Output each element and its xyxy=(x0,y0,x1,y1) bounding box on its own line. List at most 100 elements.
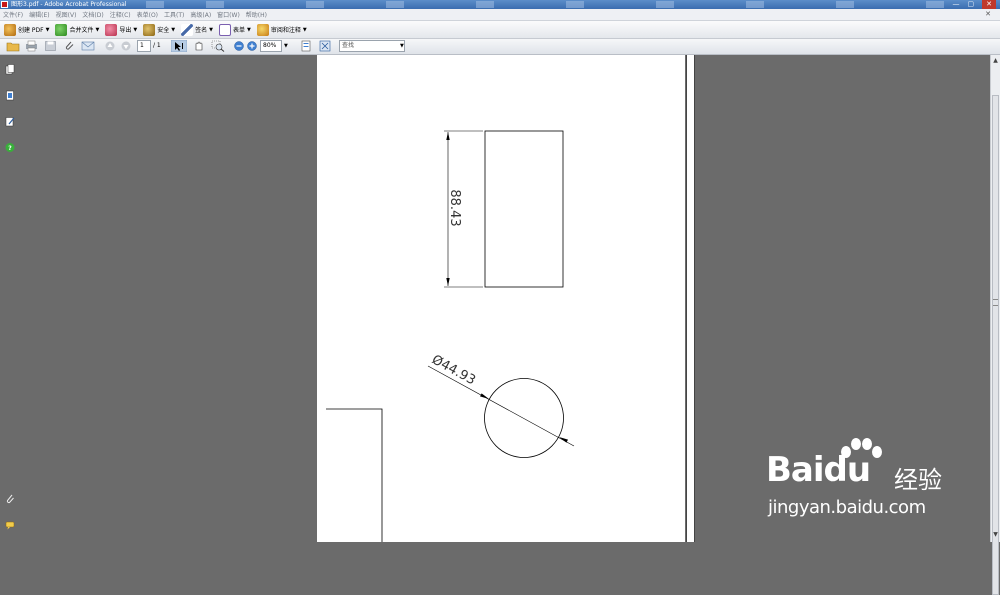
svg-text:?: ? xyxy=(8,145,12,152)
hand-tool-icon[interactable] xyxy=(192,40,206,52)
save-icon[interactable] xyxy=(44,40,57,52)
search-input[interactable]: 查找 xyxy=(339,40,405,52)
pages-icon[interactable] xyxy=(5,64,15,75)
diameter-arrow-inner xyxy=(480,393,489,399)
window-controls: — ▢ ✕ xyxy=(953,0,996,9)
menu-document[interactable]: 文档(D) xyxy=(82,10,103,19)
task-toolbar: 创建 PDF ▼ 合并文件 ▼ 导出 ▼ 安全 ▼ 签名 ▼ 表单 ▼ 审阅和注… xyxy=(0,21,1000,39)
drawing-circle xyxy=(484,378,564,458)
dropdown-arrow-icon: ▼ xyxy=(209,26,213,33)
menu-bar: 文件(F) 编辑(E) 视图(V) 文档(D) 注释(C) 表单(O) 工具(T… xyxy=(0,9,1000,21)
bookmarks-icon[interactable] xyxy=(5,90,15,101)
scroll-grip-icon xyxy=(993,299,998,306)
secure-label: 安全 xyxy=(157,27,170,34)
full-screen-icon[interactable] xyxy=(319,40,331,52)
zoom-in-icon[interactable] xyxy=(246,40,258,52)
page-separator xyxy=(686,55,695,542)
taskbar-thumbnails xyxy=(146,1,944,8)
partial-shape-outline xyxy=(326,408,383,542)
create-pdf-button[interactable]: 创建 PDF ▼ xyxy=(4,22,49,37)
dimension-arrow-top xyxy=(446,132,450,140)
dropdown-arrow-icon: ▼ xyxy=(45,26,50,33)
watermark-bai: Bai xyxy=(766,450,825,490)
signatures-icon[interactable] xyxy=(5,116,15,127)
scroll-up-arrow-icon[interactable]: ▲ xyxy=(991,57,1000,66)
export-button[interactable]: 导出 ▼ xyxy=(105,22,137,37)
minimize-button[interactable]: — xyxy=(953,0,960,9)
zoom-out-icon[interactable] xyxy=(233,40,245,52)
sign-button[interactable]: 签名 ▼ xyxy=(181,22,213,37)
menu-file[interactable]: 文件(F) xyxy=(3,10,23,19)
lock-icon xyxy=(143,23,156,36)
close-window-button[interactable]: ✕ xyxy=(982,0,996,9)
search-dropdown-arrow-icon[interactable]: ▼ xyxy=(400,40,407,52)
page-total: / 1 xyxy=(153,42,161,49)
attach-icon[interactable] xyxy=(63,40,76,52)
diameter-arrow-outer xyxy=(559,437,568,443)
window-title: 图形3.pdf - Adobe Acrobat Professional xyxy=(11,1,127,8)
dimension-arrow-bottom xyxy=(446,278,450,286)
email-icon[interactable] xyxy=(81,40,95,52)
form-icon xyxy=(218,23,231,36)
zoom-dropdown-arrow-icon[interactable]: ▼ xyxy=(284,40,291,52)
menu-advanced[interactable]: 高级(A) xyxy=(190,10,211,19)
menu-edit[interactable]: 编辑(E) xyxy=(29,10,49,19)
baidu-jingyan-watermark: Baidu 经验 jingyan.baidu.com xyxy=(766,438,956,518)
create-pdf-icon xyxy=(4,23,16,36)
dropdown-arrow-icon: ▼ xyxy=(246,26,251,33)
previous-page-icon[interactable] xyxy=(104,40,116,52)
dropdown-arrow-icon: ▼ xyxy=(95,26,100,33)
menu-window[interactable]: 窗口(W) xyxy=(217,10,240,19)
forms-label: 表单 xyxy=(232,27,245,34)
drawing-canvas: 88.43 Ø44.93 xyxy=(326,130,575,542)
watermark-brand: Baidu xyxy=(766,450,872,490)
diameter-leader-line xyxy=(427,365,575,447)
close-document-button[interactable]: ✕ xyxy=(985,9,991,20)
dropdown-arrow-icon: ▼ xyxy=(302,26,307,33)
watermark-jingyan: 经验 xyxy=(894,466,942,494)
menu-comments[interactable]: 注释(C) xyxy=(110,10,131,19)
fit-page-icon[interactable] xyxy=(300,40,312,52)
dropdown-arrow-icon: ▼ xyxy=(171,26,176,33)
menu-tools[interactable]: 工具(T) xyxy=(164,10,184,19)
pen-icon xyxy=(181,23,194,36)
review-comment-button[interactable]: 审阅和注释 ▼ xyxy=(256,22,307,37)
secure-button[interactable]: 安全 ▼ xyxy=(143,22,175,37)
menu-help[interactable]: 帮助(H) xyxy=(246,10,267,19)
marquee-zoom-icon[interactable] xyxy=(211,40,225,52)
pdf-file-icon xyxy=(1,1,8,8)
select-tool-icon[interactable] xyxy=(171,40,187,52)
combine-files-label: 合并文件 xyxy=(69,27,94,34)
sign-label: 签名 xyxy=(195,27,208,34)
open-folder-icon[interactable] xyxy=(6,40,20,52)
watermark-url: jingyan.baidu.com xyxy=(768,497,926,518)
maximize-button[interactable]: ▢ xyxy=(968,0,975,9)
next-page-icon[interactable] xyxy=(120,40,132,52)
title-bar: 图形3.pdf - Adobe Acrobat Professional — ▢… xyxy=(0,0,1000,9)
navigation-panel: ? xyxy=(0,55,20,542)
zoom-level-field[interactable]: 80% xyxy=(260,40,282,52)
attachments-icon[interactable] xyxy=(5,494,15,505)
combine-files-icon xyxy=(55,23,68,36)
menu-forms[interactable]: 表单(O) xyxy=(137,10,158,19)
page-number-input[interactable]: 1 xyxy=(137,40,151,52)
combine-files-button[interactable]: 合并文件 ▼ xyxy=(55,22,99,37)
vertical-scrollbar[interactable]: ▲ ▼ xyxy=(990,55,1000,595)
scroll-thumb[interactable] xyxy=(992,95,999,595)
export-label: 导出 xyxy=(119,27,132,34)
forms-button[interactable]: 表单 ▼ xyxy=(218,22,251,37)
drawing-rectangle xyxy=(484,130,564,288)
export-icon xyxy=(105,23,118,36)
menu-view[interactable]: 视图(V) xyxy=(56,10,77,19)
navigation-toolbar: 1 / 1 80% ▼ 查找 ▼ xyxy=(0,39,1000,55)
dropdown-arrow-icon: ▼ xyxy=(133,26,138,33)
create-pdf-label: 创建 PDF xyxy=(18,27,44,34)
pdf-page: 88.43 Ø44.93 xyxy=(317,55,685,542)
print-icon[interactable] xyxy=(25,40,38,52)
comments-icon[interactable] xyxy=(5,520,15,531)
comment-icon xyxy=(256,23,269,36)
scroll-down-arrow-icon[interactable]: ▼ xyxy=(991,531,1000,540)
help-icon[interactable]: ? xyxy=(5,142,15,153)
rectangle-dimension-label: 88.43 xyxy=(447,189,462,226)
watermark-du: du xyxy=(823,450,872,490)
